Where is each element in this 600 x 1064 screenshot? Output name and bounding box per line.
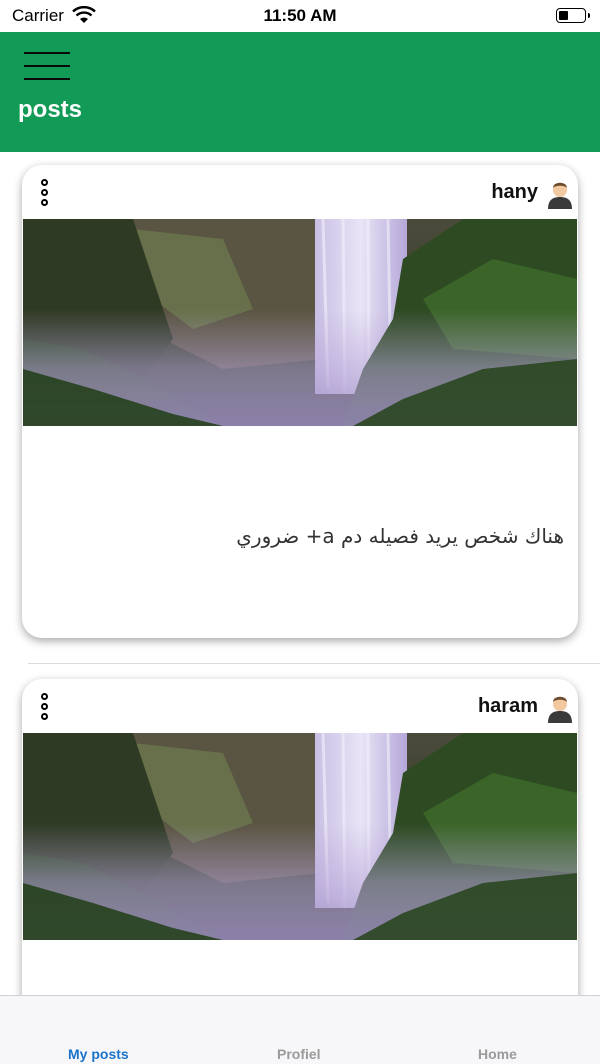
tab-bar: My posts Profiel Home: [0, 995, 600, 1064]
battery-icon: [556, 8, 590, 23]
status-time: 11:50 AM: [263, 6, 337, 25]
post-author[interactable]: haram: [478, 695, 538, 718]
post-card[interactable]: hany هناك شخص يريد فصيله دم a+ ضروري: [22, 165, 578, 638]
post-card[interactable]: haram: [22, 679, 578, 995]
post-image[interactable]: [23, 219, 577, 426]
status-bar: Carrier 11:50 AM: [0, 0, 600, 32]
post-author[interactable]: hany: [491, 181, 538, 204]
hamburger-menu-icon[interactable]: [24, 52, 70, 82]
post-text: هناك شخص يريد فصيله دم a+ ضروري: [236, 524, 564, 548]
more-options-icon[interactable]: [38, 693, 54, 723]
tab-my-posts[interactable]: My posts: [68, 1046, 129, 1062]
post-header: hany: [22, 165, 578, 219]
post-image[interactable]: [23, 733, 577, 940]
posts-feed[interactable]: hany هناك شخص يريد فصيله دم a+ ضروري har…: [0, 152, 600, 995]
more-options-icon[interactable]: [38, 179, 54, 209]
user-avatar-icon[interactable]: [544, 177, 576, 209]
page-title: posts: [18, 96, 83, 123]
tab-home[interactable]: Home: [478, 1046, 517, 1062]
user-avatar-icon[interactable]: [544, 691, 576, 723]
tab-profile[interactable]: Profiel: [277, 1046, 321, 1062]
app-bar: posts: [0, 32, 600, 152]
divider: [28, 663, 600, 664]
post-header: haram: [22, 679, 578, 733]
